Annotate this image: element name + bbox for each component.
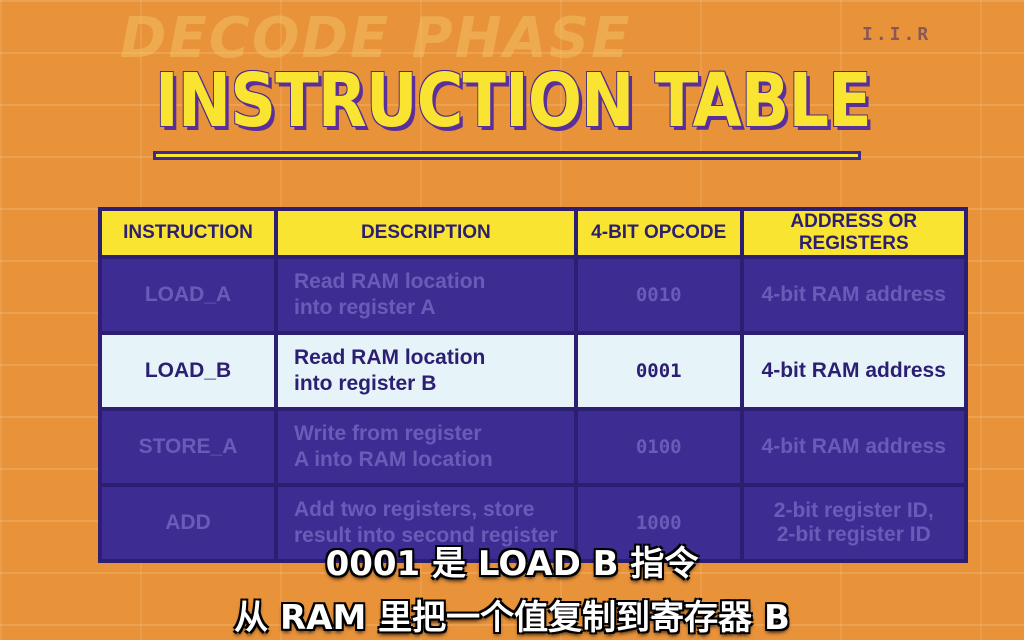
faded-background-tag: I.I.R — [862, 24, 932, 45]
title-underline — [153, 151, 861, 160]
address-line-1: 4-bit RAM address — [761, 435, 946, 458]
address-line-1: 2-bit register ID, — [773, 499, 934, 522]
header-address: ADDRESS OR REGISTERS — [743, 211, 964, 255]
subtitle-line-1: 0001 是 LOAD B 指令 — [325, 544, 699, 584]
description-cell: Read RAM location into register B — [278, 335, 574, 407]
header-opcode: 4-BIT OPCODE — [577, 211, 740, 255]
instruction-table: INSTRUCTION DESCRIPTION 4-BIT OPCODE ADD… — [98, 207, 968, 563]
description-line-1: Add two registers, store — [294, 497, 535, 521]
address-cell: 4-bit RAM address — [743, 259, 964, 331]
header-description: DESCRIPTION — [278, 211, 574, 255]
instruction-cell: STORE_A — [102, 411, 274, 483]
description-line-1: Read RAM location — [294, 345, 486, 369]
address-line-1: 4-bit RAM address — [761, 283, 946, 306]
opcode-cell: 0100 — [577, 411, 740, 483]
description-line-1: Write from register — [294, 421, 482, 445]
description-line-1: Read RAM location — [294, 269, 486, 293]
description-line-2: A into RAM location — [294, 448, 493, 471]
instruction-cell: LOAD_A — [102, 259, 274, 331]
description-line-2: into register A — [294, 296, 436, 319]
table-row: LOAD_A Read RAM location into register A… — [102, 259, 964, 331]
subtitle-line-2: 从 RAM 里把一个值复制到寄存器 B — [234, 598, 790, 638]
opcode-cell: 0001 — [577, 335, 740, 407]
address-line-1: 4-bit RAM address — [761, 359, 946, 382]
header-instruction: INSTRUCTION — [102, 211, 274, 255]
opcode-cell: 0010 — [577, 259, 740, 331]
address-cell: 4-bit RAM address — [743, 411, 964, 483]
description-cell: Write from register A into RAM location — [278, 411, 574, 483]
table-header-row: INSTRUCTION DESCRIPTION 4-BIT OPCODE ADD… — [102, 211, 964, 255]
table-row: LOAD_B Read RAM location into register B… — [102, 335, 964, 407]
address-cell: 4-bit RAM address — [743, 335, 964, 407]
description-line-2: into register B — [294, 372, 437, 395]
table-row: STORE_A Write from register A into RAM l… — [102, 411, 964, 483]
page-title: INSTRUCTION TABLE — [155, 58, 872, 144]
instruction-cell: LOAD_B — [102, 335, 274, 407]
description-cell: Read RAM location into register A — [278, 259, 574, 331]
